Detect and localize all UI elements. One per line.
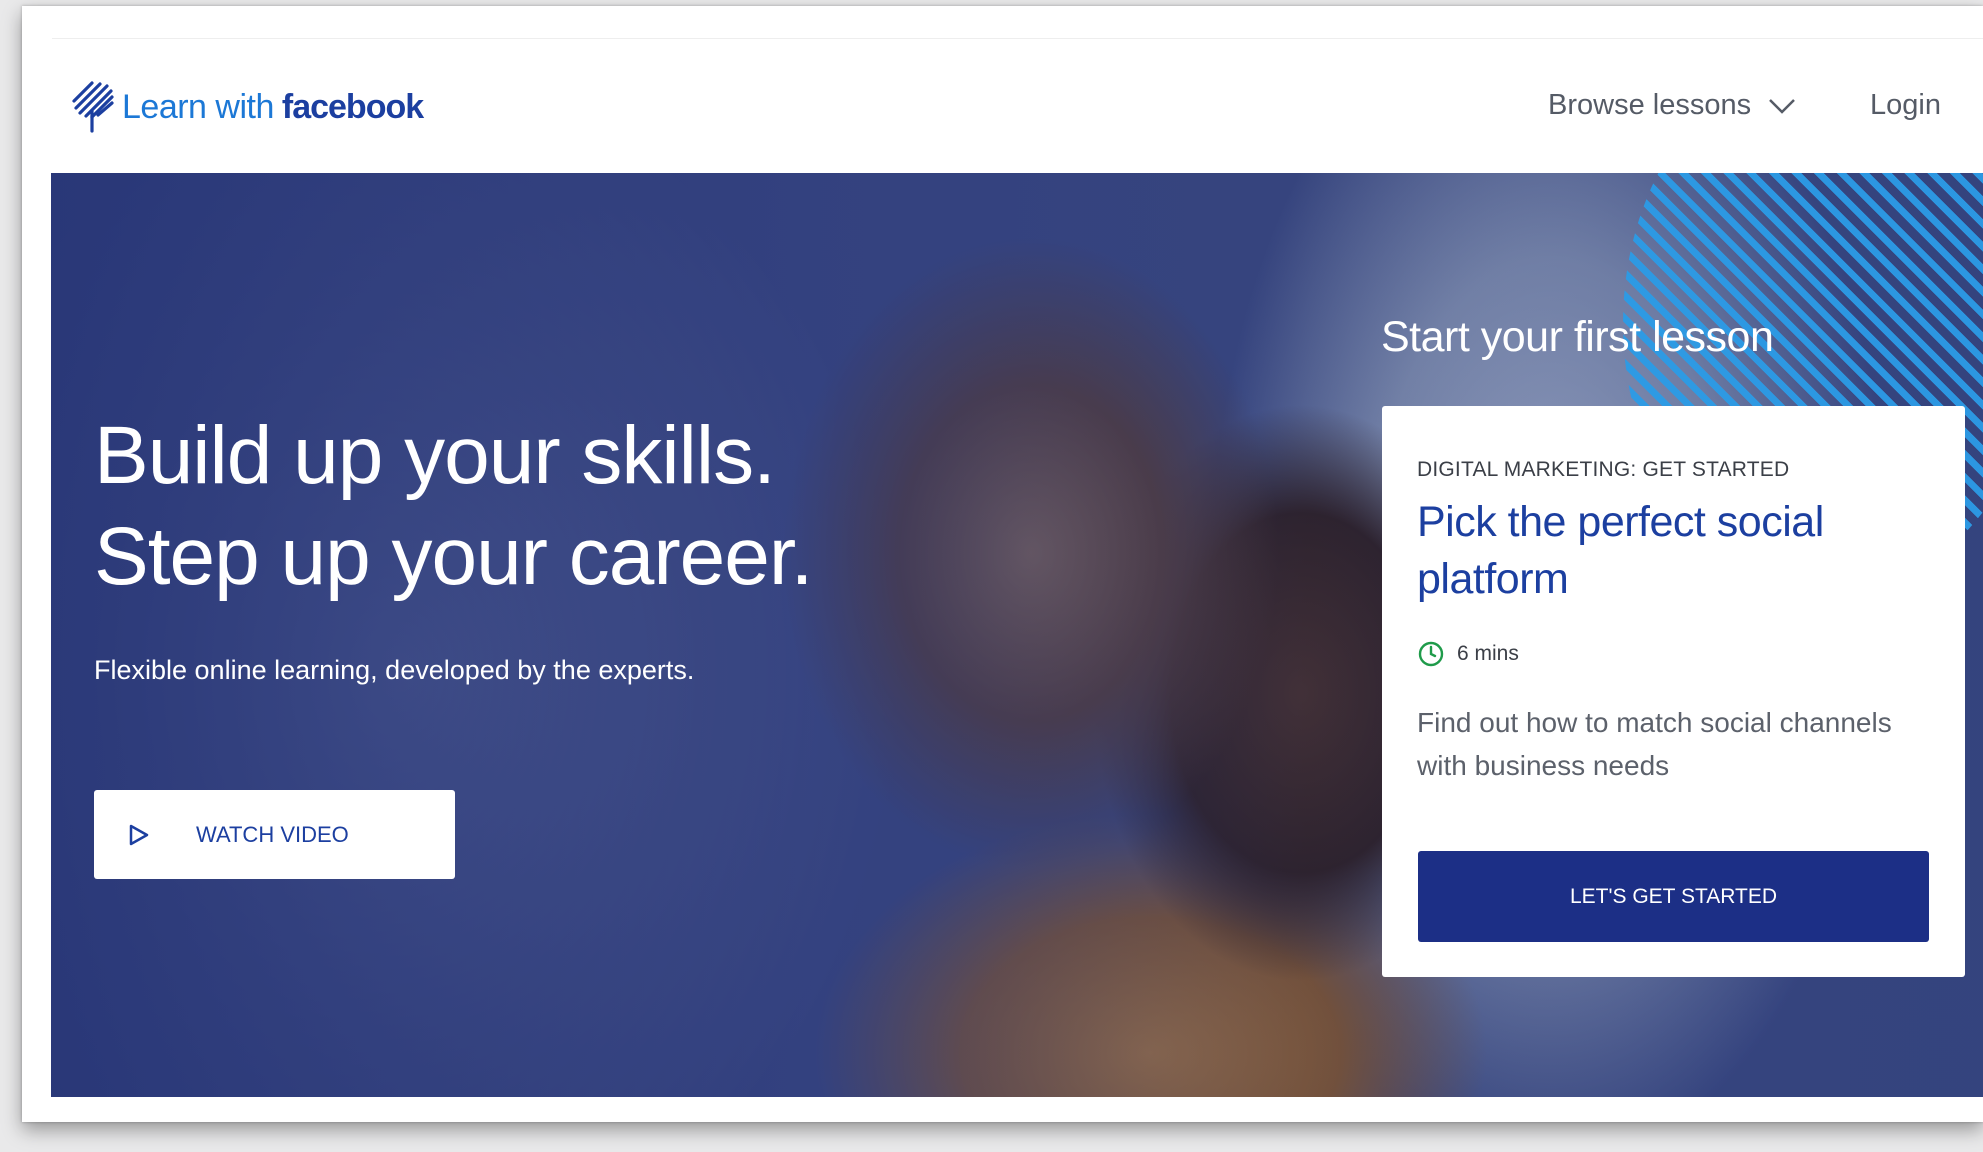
- chevron-down-icon: [1769, 98, 1795, 114]
- lesson-card: DIGITAL MARKETING: GET STARTED Pick the …: [1382, 406, 1965, 977]
- logo-brand-text: facebook: [281, 87, 424, 126]
- browse-lessons-label: Browse lessons: [1548, 89, 1752, 121]
- hero-title-line-2: Step up your career.: [94, 511, 813, 602]
- watch-video-label: WATCH VIDEO: [196, 821, 349, 847]
- site-logo[interactable]: Learn with facebook: [70, 79, 424, 135]
- lesson-category: DIGITAL MARKETING: GET STARTED: [1417, 458, 1790, 481]
- clock-icon: [1418, 641, 1444, 667]
- get-started-button[interactable]: LET'S GET STARTED: [1418, 851, 1929, 942]
- hero-title: Build up your skills. Step up your caree…: [94, 405, 813, 607]
- login-link[interactable]: Login: [1870, 89, 1941, 122]
- browser-page: Learn with facebook Browse lessons Login…: [22, 6, 1983, 1122]
- play-icon: [129, 824, 149, 845]
- logo-learn-text: Learn with: [122, 87, 274, 126]
- lesson-duration-text: 6 mins: [1457, 642, 1519, 665]
- hero-subtitle: Flexible online learning, developed by t…: [94, 655, 695, 685]
- browse-lessons-menu[interactable]: Browse lessons: [1548, 89, 1797, 122]
- lesson-duration: 6 mins: [1417, 640, 1519, 668]
- first-lesson-heading: Start your first lesson: [1381, 313, 1774, 361]
- feather-leaf-icon: [72, 81, 114, 133]
- lesson-title[interactable]: Pick the perfect social platform: [1417, 494, 1937, 608]
- watch-video-button[interactable]: WATCH VIDEO: [94, 790, 455, 879]
- lesson-description: Find out how to match social channels wi…: [1417, 707, 1892, 781]
- site-header: Learn with facebook Browse lessons Login: [22, 39, 1983, 173]
- hero-title-line-1: Build up your skills.: [94, 410, 776, 501]
- hero-banner: Build up your skills. Step up your caree…: [51, 173, 1983, 1097]
